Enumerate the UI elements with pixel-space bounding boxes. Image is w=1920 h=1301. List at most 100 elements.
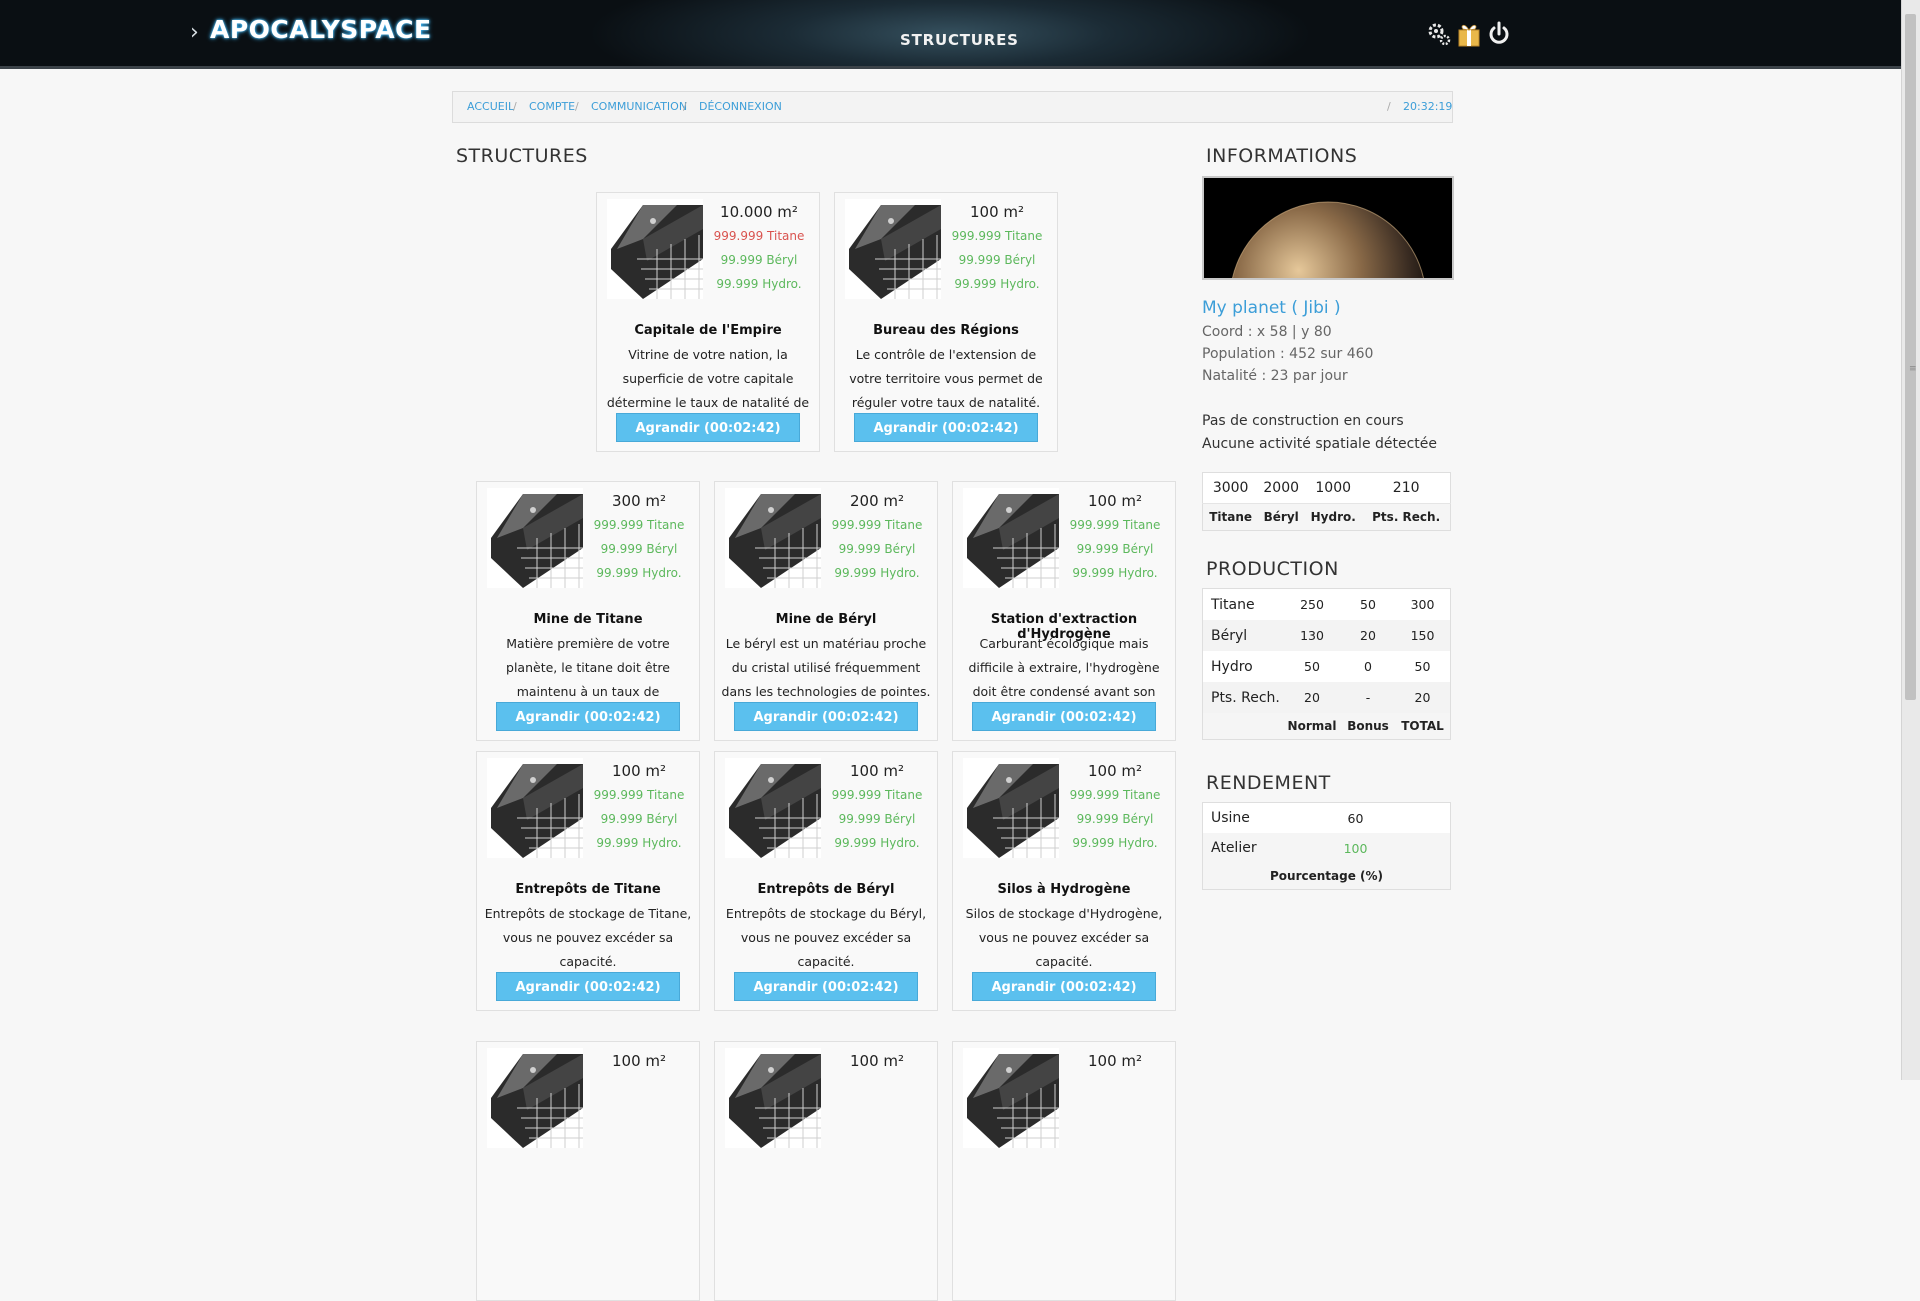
production-normal: 50 (1304, 659, 1320, 674)
structure-name: Silos à Hydrogène (997, 882, 1131, 897)
informations-title: INFORMATIONS (1206, 145, 1358, 167)
production-total: 20 (1395, 682, 1451, 713)
cost-beryl: 99.999 Béryl (958, 253, 1036, 267)
structure-image (845, 199, 941, 299)
structure-area: 100 m² (611, 762, 667, 780)
stock-titane-value: 3000 (1212, 480, 1249, 496)
stock-titane-label: Titane (1202, 503, 1259, 531)
vertical-scrollbar[interactable]: ≡ (1901, 0, 1920, 1080)
structure-area: 300 m² (611, 492, 667, 510)
production-normal: 250 (1300, 597, 1324, 612)
planet-image (1202, 176, 1454, 280)
rendement-value: 60 (1347, 810, 1364, 826)
stock-hydro-value: 1000 (1315, 480, 1352, 496)
production-total: 300 (1410, 597, 1435, 612)
production-row: Béryl 130 20 150 (1202, 620, 1451, 651)
structure-area: 100 m² (611, 1052, 667, 1070)
structure-area: 100 m² (969, 203, 1025, 221)
settings-icon[interactable] (1426, 20, 1452, 48)
scrollbar-thumb[interactable]: ≡ (1905, 14, 1917, 700)
cost-titane: 999.999 Titane (1069, 518, 1161, 532)
cost-titane: 999.999 Titane (951, 229, 1043, 243)
logo-chevron-icon: › (190, 20, 199, 45)
logo[interactable]: APOCALYSPACE (210, 15, 432, 44)
upgrade-button[interactable]: Agrandir (00:02:42) (734, 972, 918, 1001)
structure-area: 100 m² (849, 1052, 905, 1070)
upgrade-button[interactable]: Agrandir (00:02:42) (972, 702, 1156, 731)
production-bonus: 50 (1360, 597, 1376, 612)
cost-beryl: 99.999 Béryl (600, 542, 678, 556)
production-total: 50 (1414, 659, 1431, 674)
structure-name: Entrepôts de Titane (515, 882, 661, 897)
upgrade-button[interactable]: Agrandir (00:02:42) (972, 972, 1156, 1001)
structure-name: Entrepôts de Béryl (757, 882, 895, 897)
stock-beryl-label: Béryl (1258, 503, 1305, 531)
breadcrumb-deconnexion[interactable]: DÉCONNEXION (699, 92, 782, 122)
main-title: STRUCTURES (456, 145, 588, 167)
structure-image (487, 488, 583, 588)
cost-hydro: 99.999 Hydro. (596, 836, 682, 850)
structure-card: 100 m² (476, 1041, 700, 1301)
production-row: Titane 250 50 300 (1203, 589, 1451, 621)
breadcrumb-compte[interactable]: COMPTE (529, 92, 575, 122)
production-row: Hydro 50 0 50 (1203, 651, 1451, 682)
stock-beryl-value: 2000 (1263, 480, 1300, 496)
breadcrumb-communication[interactable]: COMMUNICATION (591, 92, 687, 122)
structure-card: 200 m² 999.999 Titane 99.999 Béryl 99.999 H… (714, 481, 938, 741)
gift-icon[interactable] (1456, 20, 1482, 48)
structure-name: Mine de Titane (533, 612, 643, 627)
cost-titane: 999.999 Titane (593, 518, 685, 532)
upgrade-button[interactable]: Agrandir (00:02:42) (496, 972, 680, 1001)
rendement-title: RENDEMENT (1206, 772, 1331, 794)
clock-time: 20:32:19 (1403, 100, 1453, 113)
structure-card: 100 m² 999.999 Titane 99.999 Béryl 99.999 H… (476, 751, 700, 1011)
structure-description: Entrepôts de stockage du Béryl, vous ne … (725, 906, 927, 969)
cost-titane: 999.999 Titane (713, 229, 805, 243)
upgrade-button[interactable]: Agrandir (00:02:42) (734, 702, 918, 731)
production-col-total: TOTAL (1395, 713, 1451, 740)
cost-beryl: 99.999 Béryl (1076, 542, 1154, 556)
production-label: Béryl (1202, 620, 1283, 651)
production-label: Titane (1211, 596, 1255, 613)
breadcrumb: ACCUEIL / COMPTE / COMMUNICATION / DÉCON… (452, 91, 1453, 123)
production-table: Titane 250 50 300 Béryl 130 20 150 Hydro 50 0 50 Pts… (1202, 588, 1451, 740)
structure-image (963, 758, 1059, 858)
rendement-footer: Pourcentage (%) (1202, 863, 1451, 890)
structure-image (607, 199, 703, 299)
structure-card: 100 m² 999.999 Titane 99.999 Béryl 99.999 H… (952, 481, 1176, 741)
planet-natalite: Natalité : 23 par jour (1202, 368, 1348, 384)
cost-titane: 999.999 Titane (831, 788, 923, 802)
structure-image (963, 1048, 1059, 1148)
cost-hydro: 99.999 Hydro. (1072, 566, 1158, 580)
production-bonus: - (1341, 682, 1395, 713)
upgrade-button[interactable]: Agrandir (00:02:42) (616, 413, 800, 442)
structure-card: 300 m² 999.999 Titane 99.999 Béryl 99.999 H… (476, 481, 700, 741)
cost-titane: 999.999 Titane (593, 788, 685, 802)
structure-description: Le contrôle de l'extension de votre terr… (849, 347, 1043, 410)
rendement-label: Usine (1211, 810, 1250, 826)
upgrade-button[interactable]: Agrandir (00:02:42) (854, 413, 1038, 442)
structure-area: 100 m² (1087, 492, 1143, 510)
cost-hydro: 99.999 Hydro. (834, 566, 920, 580)
breadcrumb-separator: / (683, 100, 687, 113)
cost-hydro: 99.999 Hydro. (834, 836, 920, 850)
production-bonus: 0 (1364, 659, 1372, 674)
cost-beryl: 99.999 Béryl (1076, 812, 1154, 826)
power-icon[interactable] (1486, 20, 1512, 48)
rendement-unit: Pourcentage (%) (1202, 863, 1451, 890)
planet-coord: Coord : x 58 | y 80 (1202, 324, 1332, 340)
cost-beryl: 99.999 Béryl (838, 812, 916, 826)
upgrade-button[interactable]: Agrandir (00:02:42) (496, 702, 680, 731)
structure-image (963, 488, 1059, 588)
structure-card: 100 m² 999.999 Titane 99.999 Béryl 99.999 H… (834, 192, 1058, 452)
top-bar: › APOCALYSPACE STRUCTURES (0, 0, 1902, 69)
planet-name-link[interactable]: My planet ( Jibi ) (1202, 298, 1341, 318)
structure-card: 10.000 m² 999.999 Titane 99.999 Béryl 99.99… (596, 192, 820, 452)
production-footer: Normal Bonus TOTAL (1202, 713, 1451, 740)
cost-hydro: 99.999 Hydro. (716, 277, 802, 291)
structure-description: Le béryl est un matériau proche du crist… (721, 636, 931, 699)
breadcrumb-accueil[interactable]: ACCUEIL (467, 92, 514, 122)
cost-beryl: 99.999 Béryl (838, 542, 916, 556)
rendement-row: Usine 60 (1203, 803, 1451, 834)
breadcrumb-separator: / (575, 100, 579, 113)
